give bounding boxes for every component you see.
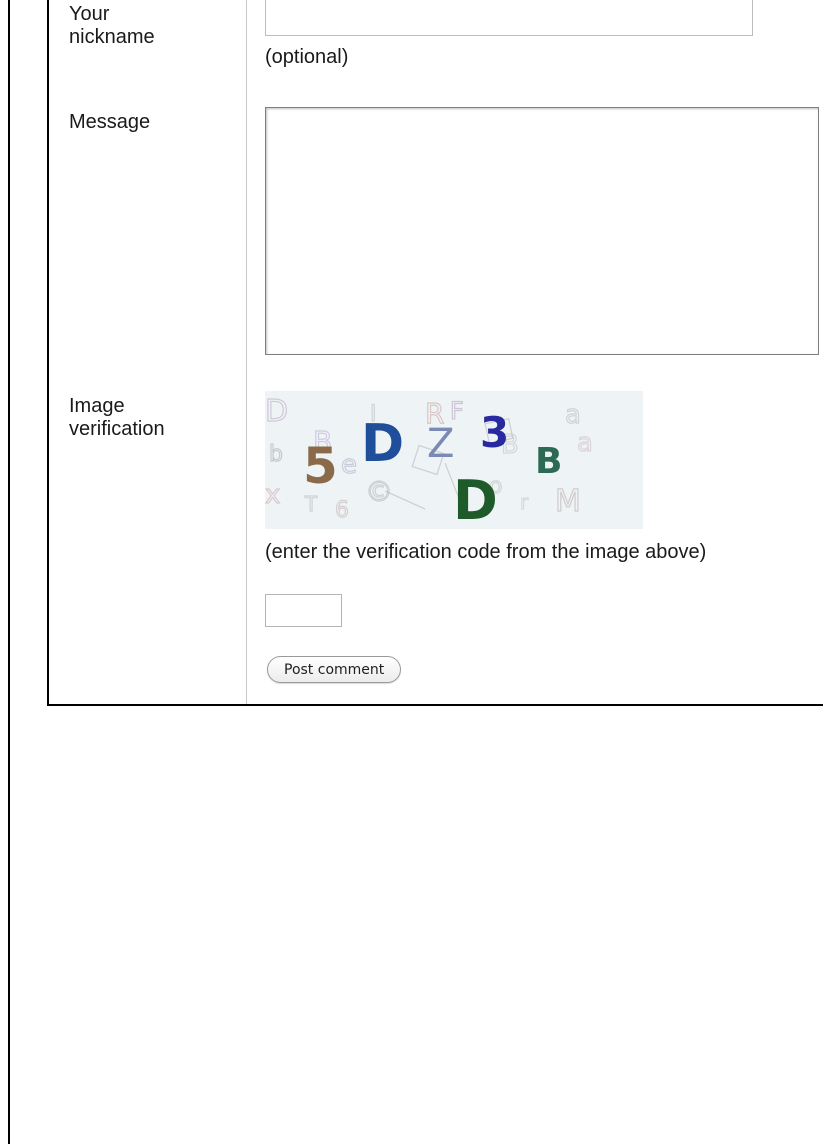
nickname-label: Your nickname (69, 3, 155, 48)
captcha-glyph-5: 3 (480, 408, 509, 457)
svg-text:M: M (555, 484, 581, 519)
page-left-border (8, 0, 10, 1144)
captcha-input[interactable] (265, 594, 342, 627)
nickname-hint: (optional) (265, 46, 349, 68)
svg-text:x: x (265, 480, 280, 510)
svg-text:r: r (520, 490, 529, 514)
svg-text:D: D (265, 394, 288, 429)
column-divider (246, 0, 247, 704)
captcha-glyph-6: B (535, 441, 562, 482)
form-left-border (47, 0, 49, 706)
svg-text:e: e (341, 450, 357, 480)
svg-text:b: b (269, 442, 283, 467)
verification-hint: (enter the verification code from the im… (265, 541, 707, 563)
svg-text:T: T (304, 492, 318, 516)
message-label: Message (69, 111, 151, 133)
verification-label: Image verification (69, 395, 165, 440)
captcha-glyph-2: D (361, 414, 404, 474)
captcha-image: D b B e I R F B a a x T © 6 o M r 5 D Z … (265, 391, 643, 529)
captcha-glyph-4: D (453, 469, 498, 529)
svg-text:©: © (365, 475, 393, 508)
captcha-glyph-1: 5 (303, 437, 338, 495)
post-comment-button[interactable]: Post comment (267, 656, 402, 683)
message-textarea[interactable] (265, 107, 819, 355)
captcha-glyph-3: Z (427, 421, 454, 467)
nickname-input[interactable] (265, 0, 753, 36)
svg-text:6: 6 (335, 498, 349, 523)
svg-text:a: a (565, 400, 581, 430)
svg-text:a: a (577, 428, 593, 458)
form-bottom-border (47, 704, 823, 706)
